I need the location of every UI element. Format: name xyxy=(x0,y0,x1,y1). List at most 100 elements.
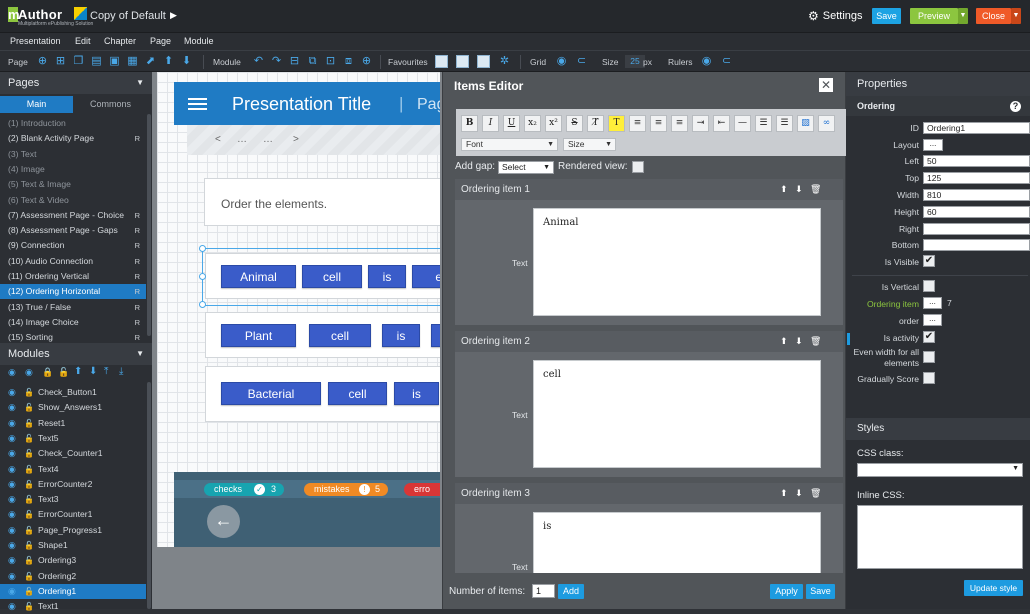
page-list-item[interactable]: (4) Image xyxy=(0,162,146,177)
move-item-up-icon[interactable]: ⬆ xyxy=(780,488,788,499)
menu-presentation[interactable]: Presentation xyxy=(10,36,61,46)
eye-icon[interactable]: ◉ xyxy=(8,446,16,461)
add-module-icon[interactable]: ⊕ xyxy=(360,55,373,68)
prop-ordering-item-button[interactable]: ... xyxy=(923,297,942,309)
preview-button[interactable]: Preview xyxy=(910,8,958,24)
grid-size-value[interactable]: 25 xyxy=(625,55,645,68)
module-list-item[interactable]: ◉ 🔓 Check_Button1 xyxy=(0,385,146,400)
bullet-list-icon[interactable]: ☰ xyxy=(776,115,793,132)
resize-handle[interactable] xyxy=(199,273,206,280)
tab-main[interactable]: Main xyxy=(0,96,73,113)
prop-right-input[interactable] xyxy=(923,223,1030,235)
lock-icon[interactable]: 🔓 xyxy=(24,584,34,599)
lock-icon[interactable]: 🔓 xyxy=(24,462,34,477)
underline-icon[interactable]: U xyxy=(503,115,520,132)
delete-item-trash-icon[interactable]: 🗑 xyxy=(810,488,821,499)
collapse-pages-icon[interactable]: ▼ xyxy=(136,78,144,87)
module-list-item[interactable]: ◉ 🔓 Reset1 xyxy=(0,416,146,431)
collapse-modules-icon[interactable]: ▼ xyxy=(136,349,144,358)
settings-button[interactable]: ⚙ Settings xyxy=(808,9,863,23)
prop-vertical-checkbox[interactable] xyxy=(923,280,935,292)
show-all-eye-icon[interactable]: ◉ xyxy=(8,367,16,378)
move-item-down-icon[interactable]: ⬇ xyxy=(795,488,803,499)
nav-next-button[interactable]: > xyxy=(293,134,299,145)
hide-all-eye-icon[interactable]: ◉ xyxy=(25,367,33,378)
page-settings-icon[interactable]: ▦ xyxy=(126,55,139,68)
add-page-icon[interactable]: ⊕ xyxy=(36,55,49,68)
eye-icon[interactable]: ◉ xyxy=(8,599,16,614)
move-up-icon[interactable]: ⬆ xyxy=(162,55,175,68)
subscript-icon[interactable]: x₂ xyxy=(524,115,541,132)
paste-page-icon[interactable]: ▤ xyxy=(90,55,103,68)
italic-icon[interactable]: I xyxy=(482,115,499,132)
eye-icon[interactable]: ◉ xyxy=(8,584,16,599)
clear-format-icon[interactable]: T̸ xyxy=(587,115,604,132)
page-list-item[interactable]: (11) Ordering Vertical R xyxy=(0,269,146,284)
module-list-item[interactable]: ◉ 🔓 Ordering1 xyxy=(0,583,146,599)
rulers-snap-icon[interactable]: ⊂ xyxy=(720,55,733,68)
delete-page-icon[interactable]: ▣ xyxy=(108,55,121,68)
prop-height-input[interactable]: 60 xyxy=(923,206,1030,218)
prop-left-input[interactable]: 50 xyxy=(923,155,1030,167)
outdent-icon[interactable]: ⇤ xyxy=(713,115,730,132)
css-class-select[interactable]: ▼ xyxy=(857,463,1023,477)
export-page-icon[interactable]: ⬈ xyxy=(144,55,157,68)
font-select[interactable]: Font ▼ xyxy=(461,138,558,151)
eye-icon[interactable]: ◉ xyxy=(8,492,16,507)
eye-icon[interactable]: ◉ xyxy=(8,477,16,492)
page-list-item[interactable]: (8) Assessment Page - Gaps R xyxy=(0,223,146,238)
preview-dropdown-icon[interactable]: ▼ xyxy=(958,8,968,24)
move-down-icon[interactable]: ⬇ xyxy=(180,55,193,68)
menu-page[interactable]: Page xyxy=(150,36,171,46)
menu-edit[interactable]: Edit xyxy=(75,36,91,46)
move-item-up-icon[interactable]: ⬆ xyxy=(780,184,788,195)
eye-icon[interactable]: ◉ xyxy=(8,523,16,538)
back-arrow-button[interactable]: ← xyxy=(207,505,240,538)
prop-top-input[interactable]: 125 xyxy=(923,172,1030,184)
add-gap-select[interactable]: Select ▼ xyxy=(498,161,554,174)
close-dialog-icon[interactable]: ✕ xyxy=(819,78,833,92)
lock-icon[interactable]: 🔓 xyxy=(24,416,34,431)
add-items-button[interactable]: Add xyxy=(558,584,584,599)
lock-icon[interactable]: 🔓 xyxy=(24,446,34,461)
image-icon[interactable]: ▨ xyxy=(797,115,814,132)
page-canvas[interactable]: Presentation Title | Pag < … … > Order t… xyxy=(157,72,440,547)
modules-panel-header[interactable]: Modules ▼ xyxy=(0,343,152,365)
favourite-shape-icon[interactable] xyxy=(456,55,469,68)
resize-handle[interactable] xyxy=(199,245,206,252)
prop-gradually-checkbox[interactable] xyxy=(923,372,935,384)
inline-css-textarea[interactable] xyxy=(857,505,1023,569)
module-list-item[interactable]: ◉ 🔓 ErrorCounter1 xyxy=(0,507,146,522)
eye-icon[interactable]: ◉ xyxy=(8,431,16,446)
eye-icon[interactable]: ◉ xyxy=(8,507,16,522)
prop-even-width-checkbox[interactable] xyxy=(923,351,935,363)
prop-id-input[interactable]: Ordering1 xyxy=(923,122,1030,134)
menu-module[interactable]: Module xyxy=(184,36,214,46)
horizontal-rule-icon[interactable]: — xyxy=(734,115,751,132)
lock-icon[interactable]: 🔓 xyxy=(24,385,34,400)
page-list-item[interactable]: (12) Ordering Horizontal R xyxy=(0,284,146,300)
ordering-item-text-editor[interactable]: is xyxy=(533,512,821,573)
lock-icon[interactable]: 🔓 xyxy=(24,507,34,522)
hamburger-menu-icon[interactable] xyxy=(188,98,207,110)
module-list-item[interactable]: ◉ 🔓 Show_Answers1 xyxy=(0,400,146,415)
ordering-chip[interactable]: cell xyxy=(328,382,387,405)
eye-icon[interactable]: ◉ xyxy=(8,400,16,415)
move-item-down-icon[interactable]: ⬇ xyxy=(795,184,803,195)
page-list-item[interactable]: (3) Text xyxy=(0,147,146,162)
numbered-list-icon[interactable]: ☰ xyxy=(755,115,772,132)
module-list-item[interactable]: ◉ 🔓 Text1 xyxy=(0,599,146,614)
prop-bottom-input[interactable] xyxy=(923,239,1030,251)
help-icon[interactable]: ? xyxy=(1010,101,1021,112)
lock-icon[interactable]: 🔓 xyxy=(24,599,34,614)
selection-outline[interactable] xyxy=(199,245,440,308)
indent-icon[interactable]: ⇥ xyxy=(692,115,709,132)
ordering-chip[interactable]: is xyxy=(382,324,420,347)
ordering-chip[interactable]: Plant xyxy=(221,324,296,347)
editor-save-button[interactable]: Save xyxy=(806,584,835,599)
grid-snap-icon[interactable]: ⊂ xyxy=(575,55,588,68)
bold-icon[interactable]: B xyxy=(461,115,478,132)
superscript-icon[interactable]: x² xyxy=(545,115,562,132)
unlock-all-icon[interactable]: 🔓 xyxy=(58,367,69,378)
prop-layout-button[interactable]: ... xyxy=(923,139,943,151)
